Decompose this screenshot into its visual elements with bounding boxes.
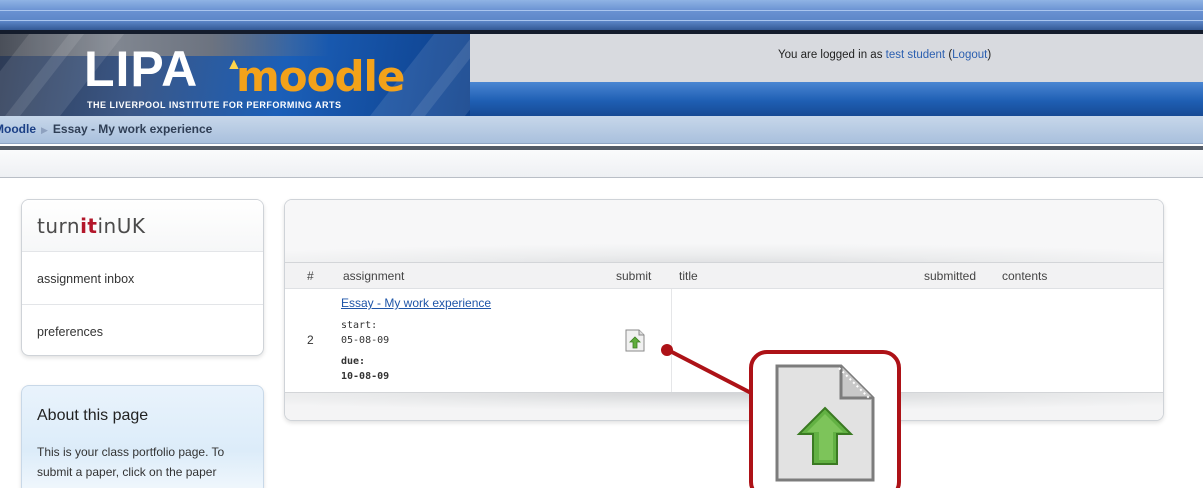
panel-header (285, 200, 1163, 263)
about-title: About this page (37, 407, 149, 424)
row-number: 2 (307, 333, 314, 347)
column-header-submitted: submitted (924, 269, 977, 283)
about-panel: About this page This is your class portf… (21, 385, 264, 488)
logo-lipa-text: LIPA (84, 41, 199, 97)
login-prefix: You are logged in as (778, 49, 883, 61)
logo-tagline: THE LIVERPOOL INSTITUTE FOR PERFORMING A… (87, 100, 342, 110)
column-header-contents: contents (1002, 269, 1048, 283)
assignment-link[interactable]: Essay - My work experience (341, 296, 491, 310)
breadcrumb-separator-icon: ▶ (41, 125, 48, 135)
due-label: due: (341, 356, 366, 367)
user-profile-link[interactable]: test student (886, 49, 945, 61)
column-header-title: title (679, 269, 698, 283)
about-text: This is your class portfolio page. To su… (37, 445, 225, 479)
content-top-strip (0, 150, 1203, 178)
menu-item-assignment-inbox[interactable]: assignment inbox (22, 253, 263, 305)
logout-link[interactable]: Logout (952, 49, 987, 61)
breadcrumb-current: Essay - My work experience (52, 122, 213, 136)
site-logo[interactable]: LIPA ▲ moodle THE LIVERPOOL INSTITUTE FO… (0, 34, 470, 116)
logo-moodle-text: moodle (236, 52, 405, 101)
column-header-assignment: assignment (343, 269, 405, 283)
table-header: # assignment submit title submitted cont… (285, 263, 1163, 289)
turnitin-menu-panel: turnitinUK assignment inbox preferences (21, 199, 264, 356)
start-date: 05-08-09 (341, 335, 390, 346)
breadcrumb-home-link[interactable]: Moodle (0, 122, 36, 136)
header-blue-band (420, 82, 1203, 116)
due-date: 10-08-09 (341, 371, 390, 382)
submit-paper-zoom-icon (775, 364, 875, 482)
header-top-stripe (0, 0, 1203, 30)
login-info: You are logged in as test student (Logou… (778, 49, 992, 61)
table-row: 2 Essay - My work experience start: 05-0… (285, 289, 1163, 392)
navigation-bar: Moodle ▶ Essay - My work experience (0, 116, 1203, 144)
panel-footer (285, 392, 1163, 420)
page-header: LIPA ▲ moodle THE LIVERPOOL INSTITUTE FO… (0, 0, 1203, 116)
turnitin-brand: turnitinUK (22, 200, 263, 252)
menu-item-preferences[interactable]: preferences (22, 306, 263, 355)
column-header-submit: submit (616, 269, 652, 283)
assignment-panel: # assignment submit title submitted cont… (284, 199, 1164, 421)
submit-paper-icon[interactable] (625, 329, 645, 352)
start-label: start: (341, 320, 378, 331)
column-header-num: # (307, 269, 314, 283)
turnitin-logo: turnitinUK (37, 214, 146, 238)
breadcrumb: Moodle ▶ Essay - My work experience (0, 122, 212, 136)
